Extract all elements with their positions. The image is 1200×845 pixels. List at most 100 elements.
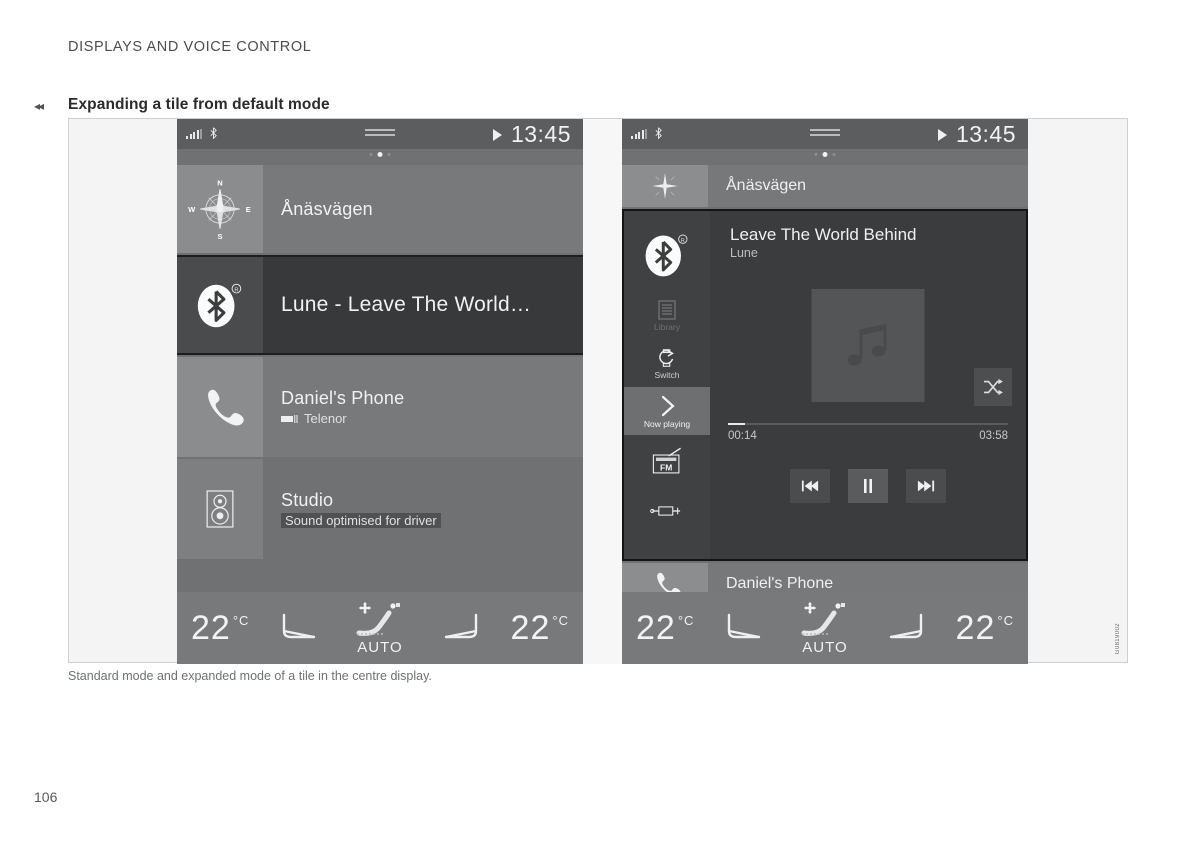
compass-label-w: W — [188, 205, 196, 214]
drag-handle-icon[interactable] — [365, 129, 395, 139]
figure-frame: G0819002 13:45 N S W E Ånäsvägen R Lune … — [68, 118, 1128, 664]
centre-display-expanded-mode[interactable]: 13:45 Ånäsvägen R Library Switch Now pla… — [622, 119, 1028, 664]
rail-item-switch-label: Switch — [654, 369, 680, 380]
status-bar: 13:45 — [177, 119, 583, 157]
progress-times: 00:14 03:58 — [728, 430, 1008, 442]
signal-bars-icon — [631, 129, 647, 139]
music-note-icon — [847, 323, 886, 365]
climate-bar-left[interactable]: 22 °C AUTO 22 °C — [177, 592, 583, 664]
album-art — [811, 289, 925, 402]
tile-navigation[interactable]: N S W E Ånäsvägen — [177, 165, 583, 253]
svg-text:R: R — [681, 238, 685, 244]
next-track-button[interactable] — [906, 469, 946, 503]
track-title: Leave The World Behind — [730, 225, 917, 244]
centre-display-standard-mode[interactable]: 13:45 N S W E Ånäsvägen R Lune - Leave T… — [177, 119, 583, 664]
rail-item-aux[interactable] — [624, 487, 710, 535]
now-playing-header: Leave The World Behind Lune — [710, 211, 1026, 260]
rail-item-library-label: Library — [654, 321, 680, 332]
tile-phone-subtitle-row: Telenor — [281, 411, 583, 426]
bluetooth-icon — [210, 127, 217, 139]
passenger-temperature-unit: °C — [552, 612, 569, 628]
speaker-icon — [177, 459, 263, 559]
tile-sound[interactable]: Studio Sound optimised for driver — [177, 459, 583, 559]
total-time: 03:58 — [979, 430, 1008, 442]
phone-signal-icon — [281, 414, 298, 423]
switch-source-icon — [659, 348, 674, 367]
collapsed-tile-navigation-title: Ånäsvägen — [726, 177, 807, 194]
fan-auto-seat-icon — [356, 601, 400, 636]
compass-label-e: E — [246, 205, 251, 214]
fan-auto-seat-icon — [801, 601, 845, 636]
collapsed-tile-navigation[interactable]: Ånäsvägen — [622, 165, 1028, 207]
previous-track-button[interactable] — [790, 469, 830, 503]
playback-progress[interactable]: 00:14 03:58 — [728, 423, 1008, 442]
status-bar-right-expanded: 13:45 — [937, 121, 1016, 148]
bluetooth-icon — [655, 127, 662, 139]
tile-phone[interactable]: Daniel's Phone Telenor — [177, 357, 583, 457]
auto-label: AUTO — [357, 638, 403, 656]
signal-bars-icon — [186, 129, 202, 139]
driver-temperature[interactable]: 22 °C — [191, 609, 249, 648]
list-icon — [658, 299, 676, 320]
page-dots[interactable] — [814, 152, 836, 157]
phone-handset-icon — [177, 357, 263, 457]
drag-handle-icon[interactable] — [810, 129, 840, 139]
running-head: DISPLAYS AND VOICE CONTROL — [68, 39, 312, 55]
passenger-temperature-value: 22 — [510, 608, 551, 647]
compass-label-s: S — [217, 232, 222, 241]
svg-text:FM: FM — [660, 462, 672, 472]
compass-small-icon — [622, 165, 708, 207]
tile-phone-body: Daniel's Phone Telenor — [263, 357, 583, 457]
shuffle-button[interactable] — [974, 368, 1012, 406]
driver-temperature-unit: °C — [232, 612, 250, 628]
rail-item-now-playing[interactable]: Now playing — [624, 387, 710, 435]
seat-heating-icon-left[interactable] — [721, 611, 767, 645]
page-number: 106 — [34, 789, 58, 805]
tile-sound-title: Studio — [281, 490, 334, 510]
seat-heating-icon-right[interactable] — [438, 611, 484, 645]
progress-fill — [728, 423, 745, 425]
play-triangle-icon — [937, 128, 947, 141]
progress-track[interactable] — [728, 423, 1008, 425]
figure-code: G0819002 — [1115, 622, 1121, 654]
back-arrow-icon[interactable]: ◂◂ — [34, 99, 44, 113]
tile-sound-body: Studio Sound optimised for driver — [263, 459, 583, 559]
rail-item-now-playing-label: Now playing — [643, 418, 691, 429]
page-dots[interactable] — [369, 152, 391, 157]
aux-connector-icon — [650, 506, 681, 516]
expanded-tile-media[interactable]: R Library Switch Now playing FM Leave Th… — [622, 209, 1028, 561]
pause-button[interactable] — [848, 469, 888, 503]
skip-forward-icon — [917, 480, 935, 492]
tile-media[interactable]: R Lune - Leave The World… — [177, 255, 583, 355]
pause-icon — [864, 479, 872, 493]
passenger-temperature[interactable]: 22 °C — [956, 609, 1014, 648]
seat-heating-icon-left[interactable] — [276, 611, 322, 645]
passenger-temperature-value: 22 — [955, 608, 996, 647]
rail-item-fm[interactable]: FM — [624, 435, 710, 487]
bluetooth-icon: R — [640, 219, 694, 291]
page-title: Expanding a tile from default mode — [68, 96, 330, 113]
tile-navigation-body: Ånäsvägen — [263, 165, 583, 253]
climate-bar-right[interactable]: 22 °C AUTO 22 °C — [622, 592, 1028, 664]
figure-divider — [583, 119, 622, 664]
climate-auto-control[interactable]: AUTO — [794, 601, 856, 656]
driver-temperature-value: 22 — [636, 608, 676, 647]
climate-auto-control[interactable]: AUTO — [349, 601, 411, 656]
status-bar-left-icons-expanded — [631, 127, 663, 139]
driver-temperature-unit: °C — [677, 612, 695, 628]
status-bar-left-icons — [186, 127, 218, 139]
shuffle-icon — [984, 378, 1003, 396]
media-source-rail[interactable]: R Library Switch Now playing FM — [624, 211, 710, 559]
elapsed-time: 00:14 — [728, 430, 757, 442]
clock: 13:45 — [510, 121, 571, 147]
tile-list: N S W E Ånäsvägen R Lune - Leave The Wor… — [177, 165, 583, 559]
driver-temperature[interactable]: 22 °C — [636, 609, 694, 648]
fm-radio-icon: FM — [652, 447, 681, 474]
passenger-temperature[interactable]: 22 °C — [511, 609, 569, 648]
rail-item-library[interactable]: Library — [624, 291, 710, 339]
rail-item-switch[interactable]: Switch — [624, 339, 710, 387]
seat-heating-icon-right[interactable] — [883, 611, 929, 645]
tile-media-body: Lune - Leave The World… — [263, 257, 583, 353]
driver-temperature-value: 22 — [191, 608, 231, 647]
status-bar-right: 13:45 — [492, 121, 571, 148]
